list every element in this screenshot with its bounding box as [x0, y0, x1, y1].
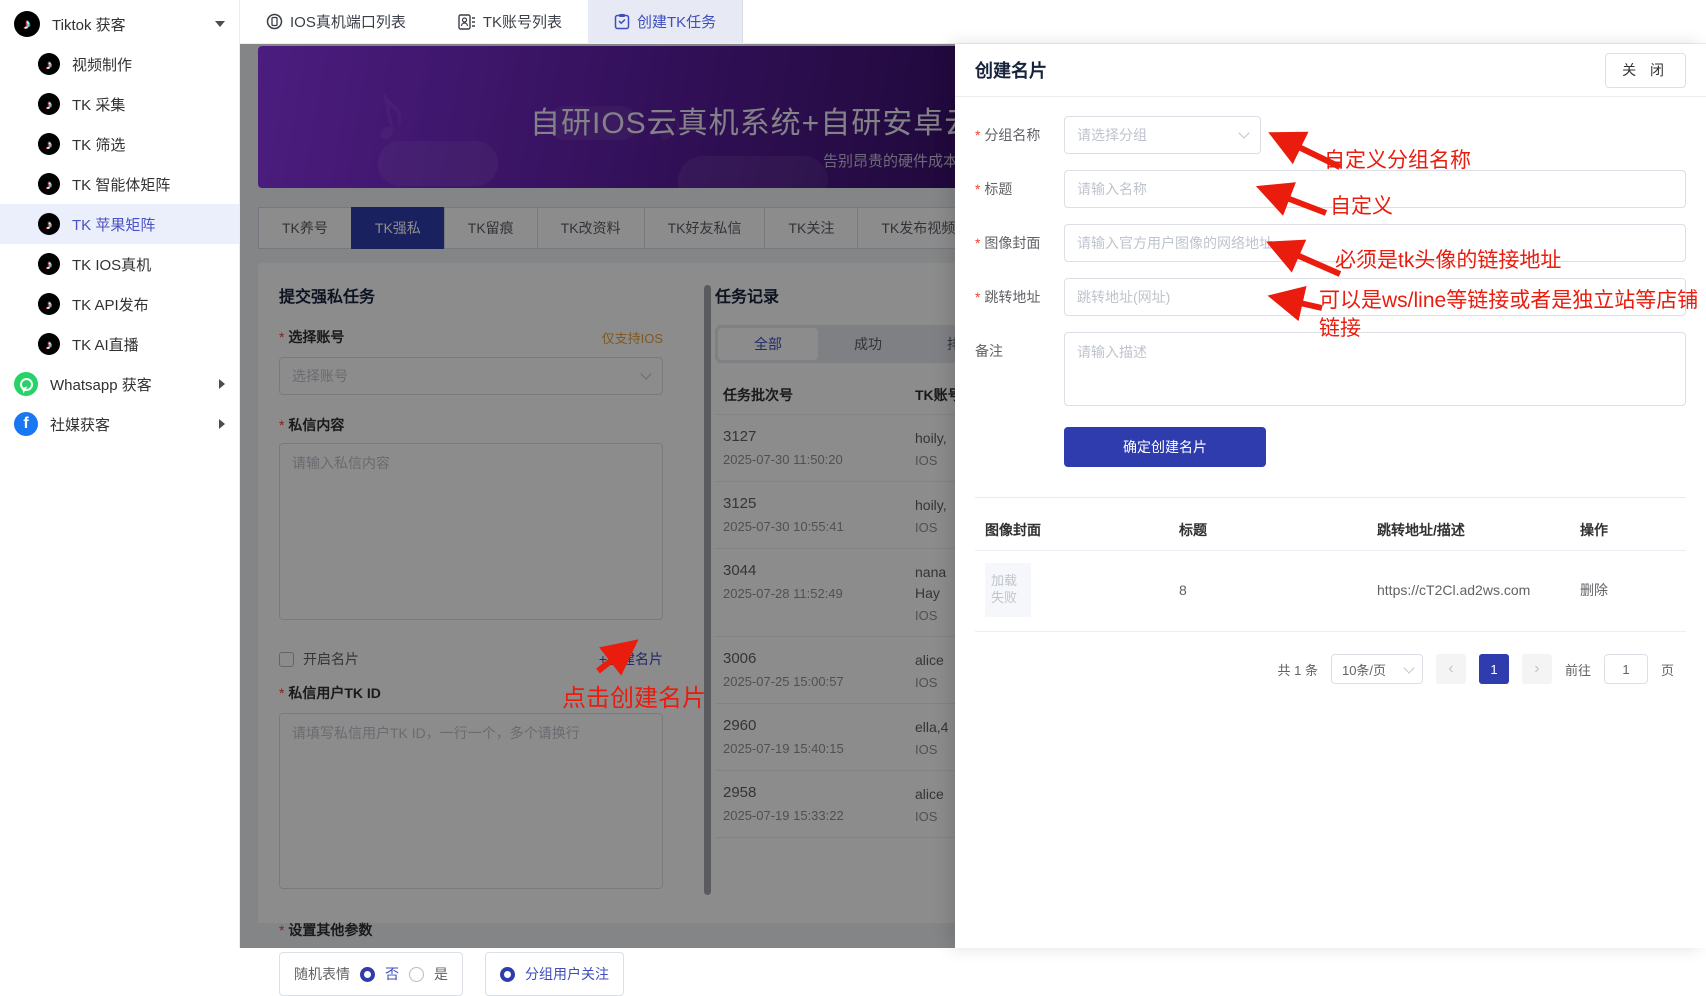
device-icon — [266, 13, 283, 30]
tab-tk-account-list[interactable]: TK账号列表 — [432, 0, 588, 43]
group-select[interactable]: 请选择分组 — [1064, 116, 1261, 154]
card-list-table: 图像封面 标题 跳转地址/描述 操作 加载失败 8 https://cT2Cl.… — [975, 510, 1686, 632]
tiktok-icon: ♪ — [38, 93, 60, 115]
top-tab-bar: IOS真机端口列表 TK账号列表 创建TK任务 — [240, 0, 1706, 44]
chevron-down-icon — [1403, 662, 1414, 673]
annotation-jump-url: 可以是ws/line等链接或者是独立站等店铺链接 — [1319, 287, 1701, 343]
tiktok-icon: ♪ — [38, 333, 60, 355]
col-title: 标题 — [1179, 520, 1377, 540]
sidebar-item-tk-filter[interactable]: ♪ TK 筛选 — [0, 124, 239, 164]
sidebar: ♪ Tiktok 获客 ♪ 视频制作 ♪ TK 采集 ♪ TK 筛选 ♪ TK … — [0, 0, 240, 948]
cover-load-failed: 加载失败 — [985, 563, 1031, 617]
tab-ios-device-ports[interactable]: IOS真机端口列表 — [240, 0, 432, 43]
confirm-create-card-button[interactable]: 确定创建名片 — [1064, 427, 1266, 467]
account-card-icon — [458, 14, 476, 30]
random-emoji-group: 随机表情 否 是 — [279, 952, 463, 996]
task-clipboard-icon — [614, 13, 630, 30]
sidebar-item-tk-collect[interactable]: ♪ TK 采集 — [0, 84, 239, 124]
sidebar-item-video-create[interactable]: ♪ 视频制作 — [0, 44, 239, 84]
sidebar-item-label: Tiktok 获客 — [52, 14, 126, 35]
remark-textarea[interactable] — [1064, 332, 1686, 406]
tab-create-tk-task[interactable]: 创建TK任务 — [588, 0, 743, 43]
radio-no[interactable] — [360, 967, 375, 982]
facebook-icon: f — [14, 412, 38, 436]
chevron-right-icon — [219, 419, 225, 429]
drawer-title: 创建名片 — [975, 57, 1047, 83]
goto-page-input[interactable] — [1604, 654, 1648, 684]
tiktok-icon: ♪ — [38, 253, 60, 275]
sidebar-item-tk-ios-device[interactable]: ♪ TK IOS真机 — [0, 244, 239, 284]
radio-no-label: 否 — [385, 964, 399, 984]
pagination: 共 1 条 10条/页 ‹ 1 › 前往 页 — [975, 654, 1686, 684]
random-emoji-label: 随机表情 — [294, 964, 350, 984]
radio-yes[interactable] — [409, 967, 424, 982]
page-size-select[interactable]: 10条/页 — [1331, 654, 1423, 684]
title-label: 标题 — [975, 170, 1064, 208]
goto-unit: 页 — [1661, 660, 1674, 679]
create-card-drawer: 创建名片 关 闭 分组名称 请选择分组 标题 图像封面 跳转地址 备注 — [955, 44, 1706, 948]
annotation-group-name: 自定义分组名称 — [1324, 144, 1471, 174]
close-button[interactable]: 关 闭 — [1605, 53, 1686, 88]
tiktok-icon: ♪ — [38, 173, 60, 195]
tiktok-icon: ♪ — [38, 213, 60, 235]
next-page-button[interactable]: › — [1522, 654, 1552, 684]
cover-image-label: 图像封面 — [975, 224, 1064, 262]
sidebar-item-tk-apple-matrix[interactable]: ♪ TK 苹果矩阵 — [0, 204, 239, 244]
group-name-label: 分组名称 — [975, 116, 1064, 154]
divider — [975, 497, 1686, 498]
radio-group-follow[interactable] — [500, 967, 515, 982]
card-title-cell: 8 — [1179, 582, 1377, 598]
annotation-title: 自定义 — [1330, 190, 1393, 220]
group-follow-option: 分组用户关注 — [485, 952, 624, 996]
annotation-create-card: 点击创建名片 — [562, 678, 706, 713]
sidebar-item-tk-api-publish[interactable]: ♪ TK API发布 — [0, 284, 239, 324]
goto-label: 前往 — [1565, 660, 1591, 679]
chevron-down-icon — [215, 21, 225, 27]
annotation-cover-image: 必须是tk头像的链接地址 — [1335, 244, 1561, 274]
chevron-right-icon — [219, 379, 225, 389]
col-action: 操作 — [1580, 520, 1686, 540]
whatsapp-icon — [14, 372, 38, 396]
sidebar-item-whatsapp[interactable]: Whatsapp 获客 — [0, 364, 239, 404]
sidebar-item-tiktok-root[interactable]: ♪ Tiktok 获客 — [0, 4, 239, 44]
chevron-down-icon — [1238, 127, 1249, 138]
table-row: 加载失败 8 https://cT2Cl.ad2ws.com 删除 — [975, 550, 1686, 632]
sidebar-item-social-media[interactable]: f 社媒获客 — [0, 404, 239, 444]
tiktok-icon: ♪ — [14, 11, 40, 37]
col-cover: 图像封面 — [975, 520, 1179, 540]
tiktok-icon: ♪ — [38, 293, 60, 315]
card-url-cell: https://cT2Cl.ad2ws.com — [1377, 582, 1580, 598]
tiktok-icon: ♪ — [38, 53, 60, 75]
sidebar-item-tk-ai-live[interactable]: ♪ TK AI直播 — [0, 324, 239, 364]
jump-url-label: 跳转地址 — [975, 278, 1064, 316]
remark-label: 备注 — [975, 332, 1064, 411]
radio-yes-label: 是 — [434, 964, 448, 984]
col-url: 跳转地址/描述 — [1377, 520, 1580, 540]
current-page-button[interactable]: 1 — [1479, 654, 1509, 684]
delete-button[interactable]: 删除 — [1580, 582, 1608, 598]
prev-page-button[interactable]: ‹ — [1436, 654, 1466, 684]
group-follow-label: 分组用户关注 — [525, 964, 609, 984]
tiktok-icon: ♪ — [38, 133, 60, 155]
total-count: 共 1 条 — [1278, 660, 1318, 679]
sidebar-item-tk-agent-matrix[interactable]: ♪ TK 智能体矩阵 — [0, 164, 239, 204]
